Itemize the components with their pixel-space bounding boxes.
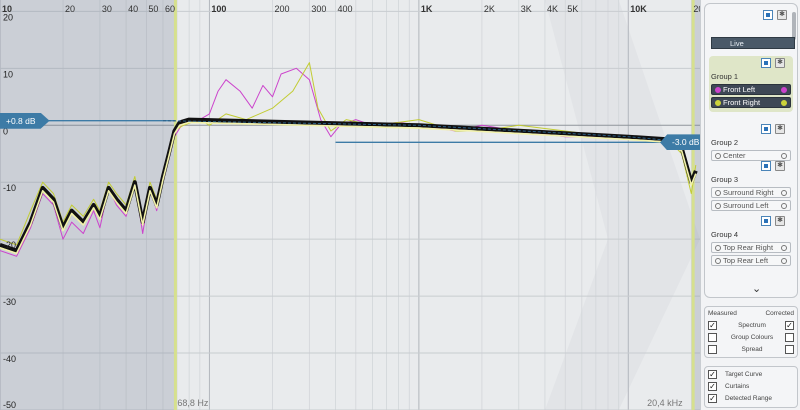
db-tick-label: -50 [3,400,16,410]
channel-label: Front Right [723,98,761,107]
link-icon[interactable] [761,124,771,134]
target-curve-checkbox[interactable]: ✓ [708,370,717,379]
channel-surround-left[interactable]: Surround Left [711,200,791,211]
groups-scrollbar[interactable] [792,12,796,40]
frequency-tick-label: 30 [102,4,112,14]
channel-color-icon[interactable] [781,203,787,209]
groups-list[interactable]: ✱ Live ✱ Group 1 Front Left Front Right ✱ Gro… [704,3,798,298]
settings-icon[interactable]: ✱ [775,161,785,171]
group-icons: ✱ [761,216,785,226]
frequency-tick-label: 100 [211,4,226,14]
group-4[interactable]: ✱ Group 4 Top Rear Right Top Rear Left [709,214,793,266]
frequency-tick-label: 10K [630,4,647,14]
channel-color-icon[interactable] [781,100,787,106]
group-3[interactable]: ✱ Group 3 Surround Right Surround Left [709,159,793,211]
chart-canvas[interactable]: 20100-10-20-30-40-5010 20 30 40 50 60 100 200 30… [0,0,700,410]
left-target-level-handle[interactable]: +0.8 dB [0,112,50,129]
detected-range-checkbox[interactable]: ✓ [708,394,717,403]
curtains-checkbox[interactable]: ✓ [708,382,717,391]
corrected-checkbox-spectrum[interactable]: ✓ [785,321,794,330]
db-tick-label: -30 [3,297,16,307]
link-icon[interactable] [761,58,771,68]
channel-select-icon[interactable] [715,190,721,196]
group-icons: ✱ [761,58,785,68]
display-options: ✓ Target Curve ✓ Curtains ✓ Detected Range [704,366,798,408]
channel-select-icon[interactable] [715,100,721,106]
frequency-tick-label: 40 [128,4,138,14]
channel-select-icon[interactable] [715,258,721,264]
frequency-tick-label: 60 [165,4,175,14]
group-title: Group 1 [711,72,739,81]
frequency-tick-label: 300 [311,4,326,14]
db-tick-label: 10 [3,69,13,79]
channel-front-left[interactable]: Front Left [711,84,791,95]
link-icon[interactable] [761,161,771,171]
spectrum-options: Measured Corrected ✓ Spectrum ✓ Group Colou… [704,306,798,358]
frequency-tick-label: 400 [338,4,353,14]
group-title: Group 2 [711,138,739,147]
channel-color-icon[interactable] [781,190,787,196]
channel-label: Top Rear Right [723,243,774,252]
high-curtain-label: 20,4 kHz [647,398,683,408]
db-tick-label: -10 [3,183,16,193]
group-title: Group 3 [711,175,739,184]
corrected-checkbox-group-colours[interactable] [785,333,794,342]
corrected-checkbox-spread[interactable] [785,345,794,354]
low-curtain-label: 68,8 Hz [177,398,209,408]
frequency-tick-label: 4K [547,4,558,14]
channel-label: Front Left [723,85,756,94]
group-title: Group 4 [711,230,739,239]
group-2[interactable]: ✱ Group 2 Center [709,122,793,161]
chevron-down-icon[interactable]: ⌄ [752,282,761,295]
live-button[interactable]: Live [711,37,795,49]
option-label: Target Curve [725,371,763,378]
corrected-header: Corrected [765,310,794,317]
watermark-shape [544,0,700,410]
channel-select-icon[interactable] [715,245,721,251]
right-target-level-handle[interactable]: -3.0 dB [660,134,700,151]
group-icons: ✱ [761,124,785,134]
live-icon-row: ✱ [763,10,787,20]
settings-icon[interactable]: ✱ [777,10,787,20]
channel-surround-right[interactable]: Surround Right [711,187,791,198]
db-tick-label: -40 [3,354,16,364]
settings-icon[interactable]: ✱ [775,58,785,68]
channel-label: Surround Left [723,201,769,210]
frequency-tick-label: 20 [65,4,75,14]
frequency-tick-label: 3K [521,4,532,14]
group-1[interactable]: ✱ Group 1 Front Left Front Right [709,56,793,112]
link-icon[interactable] [761,216,771,226]
frequency-tick-label: 5K [567,4,578,14]
frequency-tick-label: 200 [274,4,289,14]
option-label: Detected Range [725,395,772,402]
measured-header: Measured [708,310,737,317]
option-label: Curtains [725,383,750,390]
low-curtain[interactable] [0,0,176,410]
channel-select-icon[interactable] [715,203,721,209]
link-icon[interactable] [763,10,773,20]
channel-color-icon[interactable] [781,87,787,93]
frequency-response-chart[interactable]: 20 10 0 -10 -20 -30 -40 -50 10 20 30 40 50 60 100 200 30… [0,0,700,410]
frequency-tick-label: 10 [2,4,12,14]
frequency-tick-label: 50 [148,4,158,14]
channel-select-icon[interactable] [715,87,721,93]
channel-label: Top Rear Left [723,256,769,265]
frequency-tick-label: 20K [693,4,700,14]
frequency-tick-label: 2K [484,4,495,14]
group-icons: ✱ [761,161,785,171]
channel-panel: ✱ Live ✱ Group 1 Front Left Front Right ✱ Gro… [700,0,800,410]
channel-top-rear-left[interactable]: Top Rear Left [711,255,791,266]
channel-color-icon[interactable] [781,245,787,251]
channel-color-icon[interactable] [781,258,787,264]
settings-icon[interactable]: ✱ [775,216,785,226]
db-tick-label: -20 [3,240,16,250]
channel-front-right[interactable]: Front Right [711,97,791,108]
settings-icon[interactable]: ✱ [775,124,785,134]
frequency-tick-label: 1K [421,4,433,14]
channel-label: Surround Right [723,188,774,197]
channel-top-rear-right[interactable]: Top Rear Right [711,242,791,253]
